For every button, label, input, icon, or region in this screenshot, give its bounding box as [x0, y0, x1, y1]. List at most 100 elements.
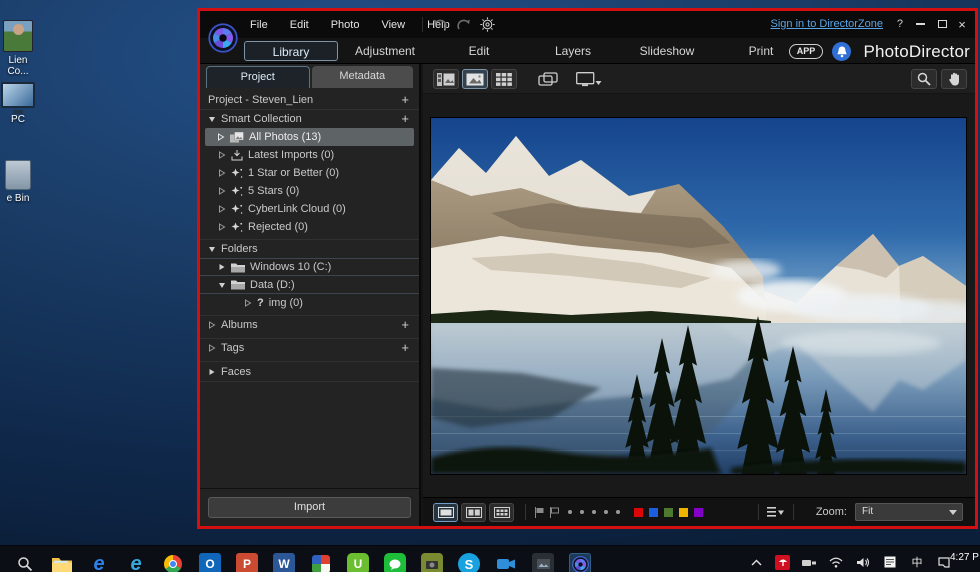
- single-view-button[interactable]: [462, 69, 488, 89]
- color-label-red[interactable]: [634, 508, 643, 517]
- photodirector-taskbar-icon: [572, 556, 589, 572]
- add-smart-collection-button[interactable]: +: [401, 114, 409, 124]
- viewer-grid-mode-button[interactable]: [489, 503, 514, 522]
- menu-photo[interactable]: Photo: [331, 19, 360, 31]
- taskbar-line[interactable]: [384, 553, 406, 572]
- add-project-button[interactable]: +: [401, 95, 409, 105]
- taskbar-clock[interactable]: 4:27 P: [950, 552, 980, 563]
- sort-options-icon[interactable]: [767, 506, 785, 518]
- panel-tab-project[interactable]: Project: [206, 66, 310, 88]
- tray-device[interactable]: [801, 554, 817, 570]
- maximize-button[interactable]: [935, 17, 949, 31]
- menu-file[interactable]: File: [250, 19, 268, 31]
- tray-network[interactable]: [828, 554, 844, 570]
- close-button[interactable]: ×: [955, 17, 969, 31]
- taskbar-file-explorer[interactable]: [51, 553, 73, 572]
- taskbar-u-app[interactable]: U: [347, 553, 369, 572]
- tree-item-windows-c-drive[interactable]: Windows 10 (C:): [200, 258, 419, 276]
- redo-icon[interactable]: [456, 18, 472, 31]
- tree-item-cyberlink-cloud[interactable]: CyberLink Cloud (0): [200, 200, 419, 218]
- tree-item-data-d-drive[interactable]: Data (D:): [200, 276, 419, 294]
- app-store-button[interactable]: APP: [789, 44, 823, 59]
- expand-arrow-icon: [208, 368, 216, 376]
- taskbar-edge[interactable]: e: [88, 553, 110, 572]
- desktop-icon-this-pc[interactable]: PC: [0, 82, 42, 125]
- zoom-dropdown[interactable]: Fit: [855, 503, 963, 521]
- color-label-yellow[interactable]: [679, 508, 688, 517]
- smart-collection-header[interactable]: Smart Collection +: [200, 109, 419, 128]
- import-button[interactable]: Import: [208, 497, 411, 518]
- tab-adjustment[interactable]: Adjustment: [338, 41, 432, 61]
- taskbar-photodirector-active[interactable]: [569, 553, 591, 572]
- add-album-button[interactable]: +: [401, 320, 409, 330]
- viewer-compare-mode-button[interactable]: [461, 503, 486, 522]
- taskbar-search-button[interactable]: [14, 553, 36, 572]
- folders-header[interactable]: Folders: [200, 239, 419, 258]
- minimize-button[interactable]: [913, 17, 927, 31]
- color-label-purple[interactable]: [694, 508, 703, 517]
- tray-notes[interactable]: [882, 554, 898, 570]
- taskbar-outlook[interactable]: O: [199, 553, 221, 572]
- grid-view-button[interactable]: [491, 69, 517, 89]
- pan-tool-button[interactable]: [941, 69, 967, 89]
- tray-volume[interactable]: [855, 554, 871, 570]
- star-rating-dots[interactable]: [568, 510, 620, 514]
- viewer-single-mode-button[interactable]: [433, 503, 458, 522]
- sign-in-directorzone-link[interactable]: Sign in to DirectorZone: [771, 18, 884, 30]
- tree-item-img-folder[interactable]: ? img (0): [200, 294, 419, 312]
- taskbar-internet-explorer[interactable]: e: [125, 553, 147, 572]
- albums-header[interactable]: Albums +: [200, 315, 419, 334]
- faces-header[interactable]: Faces: [200, 361, 419, 382]
- bow-lake-photo[interactable]: [431, 118, 966, 474]
- help-button[interactable]: ?: [897, 18, 903, 30]
- menu-view[interactable]: View: [381, 19, 405, 31]
- undo-icon[interactable]: [432, 18, 448, 31]
- star-filter-icon: [231, 168, 243, 179]
- question-mark-icon: ?: [257, 297, 264, 309]
- flag-reject-icon[interactable]: [549, 507, 560, 518]
- desktop-icon-recycle-bin[interactable]: e Bin: [0, 160, 42, 204]
- tab-slideshow[interactable]: Slideshow: [620, 41, 714, 61]
- taskbar-skype[interactable]: S: [458, 553, 480, 572]
- taskbar-u-meeting[interactable]: [495, 553, 517, 572]
- taskbar-cyberlink-app[interactable]: [310, 553, 332, 572]
- flag-pick-icon[interactable]: [534, 507, 545, 518]
- tray-antivirus[interactable]: [775, 555, 790, 570]
- user-photo-icon: [3, 20, 33, 52]
- taskbar-word[interactable]: W: [273, 553, 295, 572]
- taskbar-camera-app[interactable]: [421, 553, 443, 572]
- tab-layers[interactable]: Layers: [526, 41, 620, 61]
- settings-gear-icon[interactable]: [480, 17, 495, 32]
- zoom-tool-button[interactable]: [911, 69, 937, 89]
- notification-bell-button[interactable]: [832, 42, 851, 61]
- tree-item-latest-imports[interactable]: Latest Imports (0): [200, 146, 419, 164]
- speaker-icon: [857, 557, 870, 568]
- photo-canvas[interactable]: [423, 94, 975, 497]
- tree-item-all-photos[interactable]: All Photos (13): [205, 128, 414, 146]
- project-row[interactable]: Project - Steven_Lien +: [200, 90, 419, 109]
- tab-library[interactable]: Library: [244, 41, 338, 61]
- color-label-green[interactable]: [664, 508, 673, 517]
- tags-header[interactable]: Tags +: [200, 338, 419, 357]
- compare-photos-button[interactable]: [535, 69, 561, 89]
- color-label-blue[interactable]: [649, 508, 658, 517]
- camera-icon: [426, 559, 438, 569]
- star-filter-icon: [231, 222, 243, 233]
- taskbar-chrome[interactable]: [162, 553, 184, 572]
- add-tag-button[interactable]: +: [401, 343, 409, 353]
- menubar-separator: [422, 17, 423, 32]
- secondary-monitor-button[interactable]: [573, 69, 605, 89]
- tray-input-language[interactable]: 中: [909, 554, 925, 570]
- taskbar-powerpoint[interactable]: P: [236, 553, 258, 572]
- panel-tab-metadata[interactable]: Metadata: [312, 66, 414, 88]
- taskbar-photo-gallery[interactable]: [532, 553, 554, 572]
- filmstrip-view-button[interactable]: [433, 69, 459, 89]
- collapse-arrow-icon: [208, 115, 216, 123]
- tab-edit[interactable]: Edit: [432, 41, 526, 61]
- tree-item-1-star-or-better[interactable]: 1 Star or Better (0): [200, 164, 419, 182]
- tree-item-5-stars[interactable]: 5 Stars (0): [200, 182, 419, 200]
- tree-item-rejected[interactable]: Rejected (0): [200, 218, 419, 236]
- desktop-icon-user[interactable]: Lien Co...: [0, 20, 42, 77]
- tray-show-hidden-icons[interactable]: [748, 554, 764, 570]
- menu-edit[interactable]: Edit: [290, 19, 309, 31]
